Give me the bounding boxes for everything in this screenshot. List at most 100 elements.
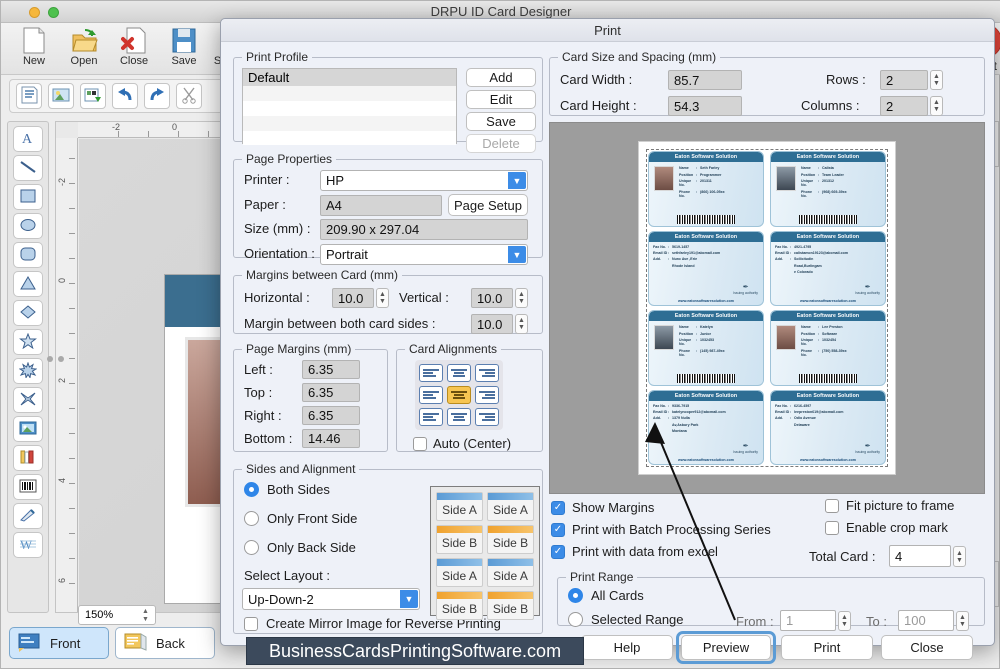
toolbar2-button-cut[interactable] [176, 83, 202, 109]
tool-triangle[interactable] [13, 271, 43, 297]
toolbar-button-new[interactable]: New [9, 23, 59, 67]
tool-library[interactable] [13, 445, 43, 471]
preview-card-front-3[interactable]: Eaton Software Solution Name: Lee Preston… [770, 310, 886, 386]
from-input[interactable]: 1 [780, 610, 836, 631]
tool-ellipse[interactable] [13, 213, 43, 239]
excel-data-row[interactable]: ✓ Print with data from excel [551, 544, 718, 559]
radio-only-back[interactable]: Only Back Side [244, 540, 356, 555]
both-sides-radio[interactable] [244, 482, 259, 497]
total-card-stepper[interactable]: ▲ ▼ [953, 546, 966, 567]
crop-mark-checkbox[interactable] [825, 520, 839, 535]
print-preview-sheet[interactable]: Eaton Software Solution Name: Seth Farley… [638, 141, 896, 475]
toolbar-button-open[interactable]: Open [59, 23, 109, 67]
show-margins-checkbox[interactable]: ✓ [551, 500, 565, 515]
toolbar2-button-insert-object[interactable] [80, 83, 106, 109]
toolbar-button-close[interactable]: Close [109, 23, 159, 67]
tool-text[interactable]: A [13, 126, 43, 152]
profile-add-button[interactable]: Add [466, 68, 536, 87]
margin-right-input[interactable]: 6.35 [302, 406, 360, 425]
selected-range-radio[interactable] [568, 612, 583, 627]
margin-left-input[interactable]: 6.35 [302, 360, 360, 379]
horizontal-margin-input[interactable]: 10.0 [332, 288, 374, 308]
auto-center-checkbox-row[interactable]: Auto (Center) [413, 436, 511, 451]
tool-picture[interactable] [13, 416, 43, 442]
vertical-margin-stepper[interactable]: ▲ ▼ [515, 288, 528, 308]
columns-input[interactable]: 2 [880, 96, 928, 116]
preview-card-front-2[interactable]: Eaton Software Solution Name: Katelyn Pos… [648, 310, 764, 386]
layout-select[interactable]: Up-Down-2 ▼ [242, 588, 420, 610]
preview-card-front-0[interactable]: Eaton Software Solution Name: Seth Farley… [648, 151, 764, 227]
total-card-input[interactable]: 4 [889, 545, 951, 567]
margin-bottom-input[interactable]: 14.46 [302, 429, 360, 448]
align-middle-right[interactable] [475, 386, 499, 404]
toolbar2-button-undo[interactable] [112, 83, 138, 109]
vertical-margin-input[interactable]: 10.0 [471, 288, 513, 308]
to-stepper[interactable]: ▲ ▼ [956, 611, 969, 631]
printer-select[interactable]: HP ▼ [320, 170, 528, 191]
only-front-radio[interactable] [244, 511, 259, 526]
close-button[interactable]: Close [881, 635, 973, 660]
preview-card-back-1[interactable]: Eaton Software Solution Fax No.:4921-479… [770, 230, 886, 306]
batch-processing-checkbox[interactable]: ✓ [551, 522, 565, 537]
profile-edit-button[interactable]: Edit [466, 90, 536, 109]
align-middle-center[interactable] [447, 386, 471, 404]
from-stepper[interactable]: ▲ ▼ [838, 611, 851, 631]
toolbar2-button-redo[interactable] [144, 83, 170, 109]
margin-top-input[interactable]: 6.35 [302, 383, 360, 402]
toolbar-button-save[interactable]: Save [159, 23, 209, 67]
columns-stepper[interactable]: ▲ ▼ [930, 96, 943, 116]
panel-splitter-handle[interactable] [47, 356, 64, 362]
card-alignment-grid[interactable] [415, 360, 503, 430]
toolbar2-button-text-document[interactable] [16, 83, 42, 109]
tool-four-point-star[interactable] [13, 387, 43, 413]
all-cards-row[interactable]: All Cards [568, 588, 644, 603]
help-button[interactable]: Help [581, 635, 673, 660]
to-input[interactable]: 100 [898, 610, 954, 631]
tab-back[interactable]: Back [115, 627, 215, 659]
tool-line[interactable] [13, 155, 43, 181]
mirror-image-checkbox[interactable] [244, 616, 258, 631]
align-top-left[interactable] [419, 364, 443, 382]
align-bottom-left[interactable] [419, 408, 443, 426]
print-profile-list-item-default[interactable]: Default [243, 69, 456, 86]
preview-card-back-2[interactable]: Eaton Software Solution Fax No.:9336-791… [648, 389, 764, 465]
zoom-stepper[interactable]: ▲ ▼ [140, 608, 151, 623]
zoom-input[interactable]: 150% ▲ ▼ [78, 605, 156, 625]
toolbar2-button-insert-image[interactable] [48, 83, 74, 109]
align-top-right[interactable] [475, 364, 499, 382]
tool-starburst[interactable] [13, 358, 43, 384]
preview-card-back-0[interactable]: Eaton Software Solution Fax No.:5619-145… [648, 230, 764, 306]
orientation-select[interactable]: Portrait ▼ [320, 244, 528, 265]
both-card-sides-margin-input[interactable]: 10.0 [471, 314, 513, 334]
print-button[interactable]: Print [781, 635, 873, 660]
batch-processing-row[interactable]: ✓ Print with Batch Processing Series [551, 522, 771, 537]
only-back-radio[interactable] [244, 540, 259, 555]
page-setup-button[interactable]: Page Setup [448, 194, 528, 216]
auto-center-checkbox[interactable] [413, 436, 427, 451]
fit-picture-row[interactable]: Fit picture to frame [825, 498, 954, 513]
preview-button[interactable]: Preview [681, 635, 771, 660]
both-card-sides-stepper[interactable]: ▲ ▼ [515, 314, 528, 334]
align-top-center[interactable] [447, 364, 471, 382]
radio-both-sides[interactable]: Both Sides [244, 482, 330, 497]
tool-rectangle[interactable] [13, 184, 43, 210]
align-middle-left[interactable] [419, 386, 443, 404]
selected-range-row[interactable]: Selected Range [568, 612, 684, 627]
tool-rounded-rectangle[interactable] [13, 242, 43, 268]
crop-mark-row[interactable]: Enable crop mark [825, 520, 948, 535]
print-profile-list[interactable]: Default [242, 68, 457, 145]
rows-stepper[interactable]: ▲ ▼ [930, 70, 943, 90]
excel-data-checkbox[interactable]: ✓ [551, 544, 565, 559]
align-bottom-right[interactable] [475, 408, 499, 426]
horizontal-margin-stepper[interactable]: ▲ ▼ [376, 288, 389, 308]
rows-input[interactable]: 2 [880, 70, 928, 90]
tool-diamond[interactable] [13, 300, 43, 326]
tool-signature[interactable] [13, 503, 43, 529]
print-preview-panel[interactable]: Eaton Software Solution Name: Seth Farley… [549, 122, 985, 494]
all-cards-radio[interactable] [568, 588, 583, 603]
tool-star[interactable] [13, 329, 43, 355]
fit-picture-checkbox[interactable] [825, 498, 839, 513]
tool-barcode[interactable] [13, 474, 43, 500]
tab-front[interactable]: Front [9, 627, 109, 659]
show-margins-row[interactable]: ✓ Show Margins [551, 500, 654, 515]
